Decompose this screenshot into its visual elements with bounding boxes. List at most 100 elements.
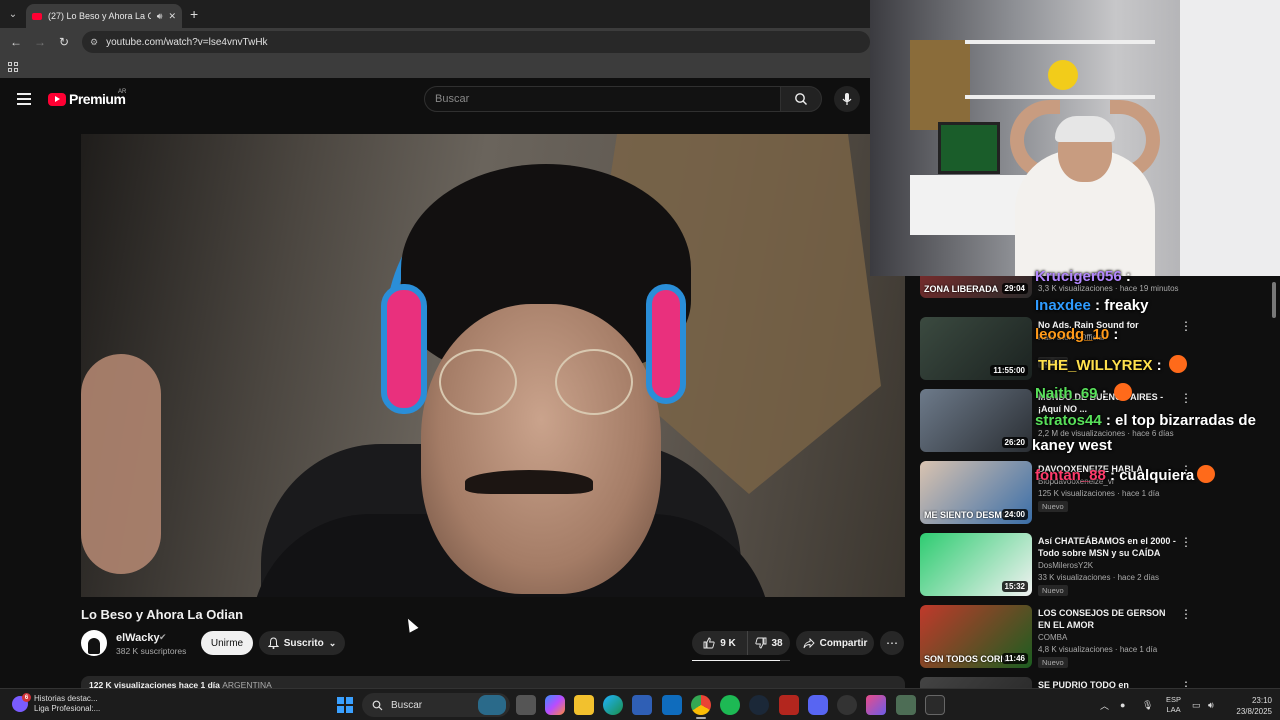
tab-close-icon[interactable]: ✕: [168, 11, 176, 22]
webcam-poster: [910, 40, 970, 130]
recommendation-thumbnail[interactable]: 11:55:00: [920, 317, 1032, 380]
task-view-icon[interactable]: [516, 695, 536, 715]
join-button[interactable]: Unirme: [201, 631, 253, 655]
recommendation-title[interactable]: LOS CONSEJOS DE GERSON EN EL AMOR: [1038, 607, 1178, 631]
tray-chevron-up-icon[interactable]: ︿: [1100, 689, 1109, 720]
tab-search-dropdown-icon[interactable]: ⌄: [0, 0, 26, 28]
recommendation-thumbnail[interactable]: ZONA LIBERADA 29:04: [920, 276, 1032, 298]
reload-icon[interactable]: ↻: [54, 32, 74, 52]
recommendation-item[interactable]: SON TODOS CORNI 11:46 LOS CONSEJOS DE GE…: [920, 605, 1280, 673]
video-player[interactable]: [81, 134, 905, 597]
new-badge: Nuevo: [1038, 585, 1068, 596]
news-subtitle: Liga Profesional:...: [34, 704, 101, 713]
chat-username: fontan_88: [1035, 467, 1106, 484]
webcam-door: [1180, 0, 1280, 276]
tray-microphone-icon[interactable]: 🎙︎: [1142, 689, 1153, 720]
site-info-icon[interactable]: ⚙︎: [90, 37, 98, 48]
youtube-premium-logo[interactable]: Premium: [48, 91, 126, 107]
news-badge: 6: [22, 693, 31, 702]
chat-emote-icon: [1168, 355, 1187, 373]
like-ratio-fill: [692, 660, 780, 661]
subscribed-label: Suscrito: [283, 637, 324, 649]
browser-tab-active[interactable]: (27) Lo Beso y Ahora La Odi 🔊︎ ✕: [26, 4, 182, 28]
recommendation-channel[interactable]: DosMilerosY2K: [1038, 561, 1093, 570]
video-duration: 11:46: [1001, 653, 1028, 664]
video-title: Lo Beso y Ahora La Odian: [81, 607, 244, 622]
sidebar-scrollbar[interactable]: [1272, 282, 1276, 318]
search-input[interactable]: Buscar: [424, 86, 781, 112]
streamer-webcam: [870, 0, 1280, 276]
new-badge: Nuevo: [1038, 501, 1068, 512]
chat-text: cualquiera: [1119, 467, 1195, 484]
forward-arrow-icon[interactable]: →: [30, 32, 50, 52]
apps-grid-icon[interactable]: [8, 62, 18, 72]
chat-username: Inaxdee: [1035, 297, 1091, 314]
windows-start-icon[interactable]: [337, 697, 353, 713]
recommendation-channel[interactable]: COMBA: [1038, 633, 1067, 642]
recommendation-thumbnail[interactable]: 15:32: [920, 533, 1032, 596]
like-button[interactable]: 9 K: [692, 631, 748, 655]
kebab-menu-icon[interactable]: ⋮: [1180, 391, 1192, 405]
share-label: Compartir: [819, 637, 868, 649]
recommendation-title[interactable]: Así CHATEÁBAMOS en el 2000 - Todo sobre …: [1038, 535, 1178, 559]
chrome-icon[interactable]: [691, 695, 711, 715]
youtube-play-icon: [48, 92, 66, 106]
menu-hamburger-icon[interactable]: [17, 93, 31, 105]
channel-name[interactable]: elWacky: [116, 632, 160, 644]
like-ratio-bar: [692, 660, 790, 661]
tab-audio-icon[interactable]: 🔊︎: [157, 11, 163, 22]
system-clock[interactable]: 23:10 23/8/2025: [1224, 695, 1272, 717]
edge-browser-icon[interactable]: [603, 695, 623, 715]
kebab-menu-icon[interactable]: ⋮: [1180, 607, 1192, 621]
new-tab-plus-icon[interactable]: +: [190, 6, 198, 22]
chat-username: Kruciger056: [1035, 268, 1122, 285]
tray-app-icon[interactable]: ●: [1120, 689, 1125, 720]
dislike-button[interactable]: 38: [748, 631, 790, 655]
video-duration: 24:00: [1001, 509, 1028, 520]
spotify-icon[interactable]: [720, 695, 740, 715]
share-arrow-icon: [803, 637, 815, 648]
network-icon[interactable]: ▭: [1192, 689, 1201, 720]
steam-icon[interactable]: [749, 695, 769, 715]
app-triangle-icon[interactable]: [866, 695, 886, 715]
microsoft-store-icon[interactable]: [632, 695, 652, 715]
voice-search-button[interactable]: [834, 86, 860, 112]
recommendation-item[interactable]: SE PUDRIO TODO en ⋮: [920, 677, 1280, 688]
recommendation-title[interactable]: SE PUDRIO TODO en: [1038, 679, 1178, 688]
recommendation-meta: 3,3 K visualizaciones · hace 19 minutos: [1038, 284, 1179, 293]
taskbar-search-label: Buscar: [391, 699, 423, 711]
file-explorer-icon[interactable]: [574, 695, 594, 715]
copilot-icon[interactable]: [545, 695, 565, 715]
app-stream-icon[interactable]: [925, 695, 945, 715]
thumbnail-text: SON TODOS CORNI: [924, 654, 1010, 664]
search-highlight-icon[interactable]: [478, 695, 506, 715]
outlook-icon[interactable]: [662, 695, 682, 715]
chat-username: stratos44: [1035, 412, 1102, 429]
chat-text: el top bizarradas de: [1115, 412, 1256, 429]
recommendation-thumbnail[interactable]: ME SIENTO DESMOT 24:00: [920, 461, 1032, 524]
share-button[interactable]: Compartir: [796, 631, 874, 655]
volume-icon[interactable]: 🔊︎: [1208, 689, 1214, 720]
kebab-menu-icon[interactable]: ⋮: [1180, 679, 1192, 688]
language-indicator[interactable]: ESP LAA: [1166, 695, 1181, 715]
news-title: Historias destac...: [34, 694, 98, 703]
app-tools-icon[interactable]: [896, 695, 916, 715]
recommendation-thumbnail[interactable]: [920, 677, 1032, 688]
settings-app-icon[interactable]: [837, 695, 857, 715]
chat-separator: :: [1105, 467, 1120, 484]
channel-avatar[interactable]: [81, 630, 107, 656]
more-actions-button[interactable]: ⋯: [880, 631, 904, 655]
kebab-menu-icon[interactable]: ⋮: [1180, 535, 1192, 549]
recommendation-item[interactable]: 15:32 Así CHATEÁBAMOS en el 2000 - Todo …: [920, 533, 1280, 601]
omnibox[interactable]: ⚙︎ youtube.com/watch?v=lse4vnvTwHk: [82, 31, 870, 53]
obs-media-icon[interactable]: [779, 695, 799, 715]
kebab-menu-icon[interactable]: ⋮: [1180, 319, 1192, 333]
recommendation-thumbnail[interactable]: 26:20: [920, 389, 1032, 452]
back-arrow-icon[interactable]: ←: [6, 32, 26, 52]
chat-text: kaney west: [1032, 437, 1113, 454]
subscribed-button[interactable]: Suscrito ⌄: [259, 631, 345, 655]
recommendation-thumbnail[interactable]: SON TODOS CORNI 11:46: [920, 605, 1032, 668]
discord-icon[interactable]: [808, 695, 828, 715]
news-widget[interactable]: 6 Historias destac... Liga Profesional:.…: [12, 693, 101, 714]
search-button[interactable]: [780, 86, 822, 112]
